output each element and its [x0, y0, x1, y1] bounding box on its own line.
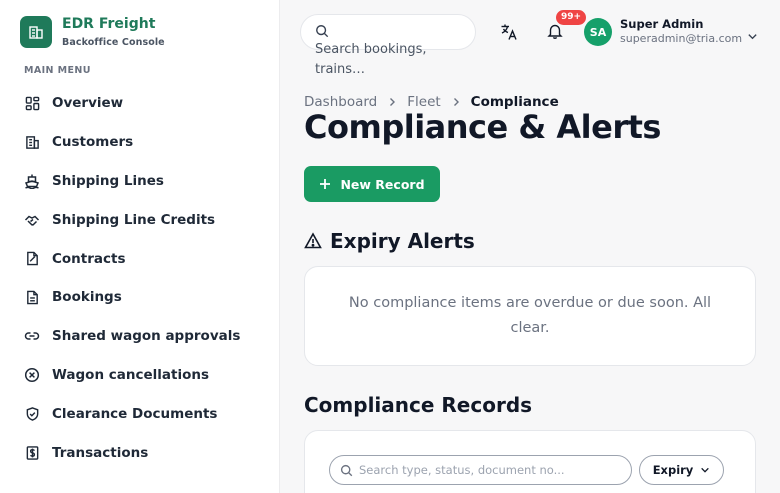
user-name[interactable]: Super Admin — [620, 17, 703, 31]
sidebar-item-shipping-line-credits[interactable]: Shipping Line Credits — [24, 200, 264, 239]
search-placeholder: Search bookings, trains… — [315, 42, 427, 77]
sidebar-item-label: Shipping Lines — [52, 172, 164, 189]
page-title: Compliance & Alerts — [304, 108, 661, 146]
expiry-alerts-card: No compliance items are overdue or due s… — [304, 266, 756, 366]
records-search-input[interactable]: Search type, status, document no... — [329, 455, 632, 485]
sidebar-item-label: Clearance Documents — [52, 405, 218, 422]
sidebar-item-contracts[interactable]: Contracts — [24, 239, 264, 278]
sidebar-item-label: Shared wagon approvals — [52, 328, 241, 345]
sidebar-item-shared-wagon-approvals[interactable]: Shared wagon approvals — [24, 317, 264, 356]
avatar[interactable]: SA — [584, 18, 612, 46]
warning-triangle-icon — [304, 232, 322, 249]
menu-heading: MAIN MENU — [24, 65, 91, 76]
sidebar-item-customers[interactable]: Customers — [24, 123, 264, 162]
dollar-receipt-icon — [24, 445, 40, 461]
notification-badge: 99+ — [556, 10, 587, 25]
empty-state-message: No compliance items are overdue or due s… — [348, 295, 712, 336]
expiry-filter-dropdown[interactable]: Expiry — [639, 455, 724, 485]
records-search-placeholder: Search type, status, document no... — [359, 463, 565, 477]
bell-icon[interactable] — [546, 22, 564, 44]
sidebar-item-wagon-cancellations[interactable]: Wagon cancellations — [24, 356, 264, 395]
expiry-filter-label: Expiry — [652, 463, 694, 477]
ship-icon — [24, 173, 40, 189]
building-icon — [24, 134, 40, 150]
search-icon — [340, 464, 353, 477]
sidebar-item-label: Contracts — [52, 250, 126, 267]
sidebar-item-label: Transactions — [52, 444, 149, 461]
sidebar-item-label: Bookings — [52, 289, 122, 306]
compliance-records-card: Search type, status, document no... Expi… — [304, 430, 756, 493]
compliance-records-heading: Compliance Records — [304, 393, 532, 417]
sidebar-item-label: Shipping Line Credits — [52, 211, 216, 228]
main-menu: Overview Customers Shipping Lines Shippi… — [24, 84, 264, 472]
shield-check-icon — [24, 406, 40, 422]
new-record-label: New Record — [340, 176, 425, 192]
link-icon — [24, 328, 40, 344]
expiry-alerts-title: Expiry Alerts — [330, 229, 475, 253]
new-record-button[interactable]: New Record — [304, 166, 440, 202]
building-icon — [20, 16, 52, 48]
plus-icon — [320, 179, 331, 189]
sidebar-item-overview[interactable]: Overview — [24, 84, 264, 123]
chevron-down-icon — [701, 467, 710, 473]
translate-icon[interactable] — [500, 23, 518, 45]
dashboard-grid-icon — [24, 95, 40, 111]
expiry-alerts-heading: Expiry Alerts — [304, 229, 475, 253]
sidebar-item-shipping-lines[interactable]: Shipping Lines — [24, 162, 264, 201]
brand[interactable]: EDR Freight Backoffice Console — [20, 16, 165, 48]
handshake-icon — [24, 212, 40, 228]
sidebar-item-label: Customers — [52, 134, 134, 151]
sidebar-item-label: Overview — [52, 95, 124, 112]
brand-name: EDR Freight — [62, 16, 156, 32]
sidebar-item-bookings[interactable]: Bookings — [24, 278, 264, 317]
document-icon — [24, 289, 40, 305]
chevron-right-icon — [451, 97, 461, 107]
contract-icon — [24, 251, 40, 267]
brand-subtitle: Backoffice Console — [62, 37, 165, 48]
chevron-down-icon[interactable] — [747, 27, 758, 46]
compliance-records-title: Compliance Records — [304, 393, 533, 417]
sidebar-item-label: Wagon cancellations — [52, 366, 210, 383]
sidebar-item-transactions[interactable]: Transactions — [24, 433, 264, 472]
sidebar: EDR Freight Backoffice Console MAIN MENU… — [0, 0, 280, 493]
chevron-right-icon — [387, 97, 397, 107]
global-search-input[interactable]: Search bookings, trains… — [300, 14, 476, 77]
user-email: superadmin@tria.com — [620, 32, 743, 45]
sidebar-item-clearance-documents[interactable]: Clearance Documents — [24, 394, 264, 433]
cancel-circle-icon — [24, 367, 40, 383]
